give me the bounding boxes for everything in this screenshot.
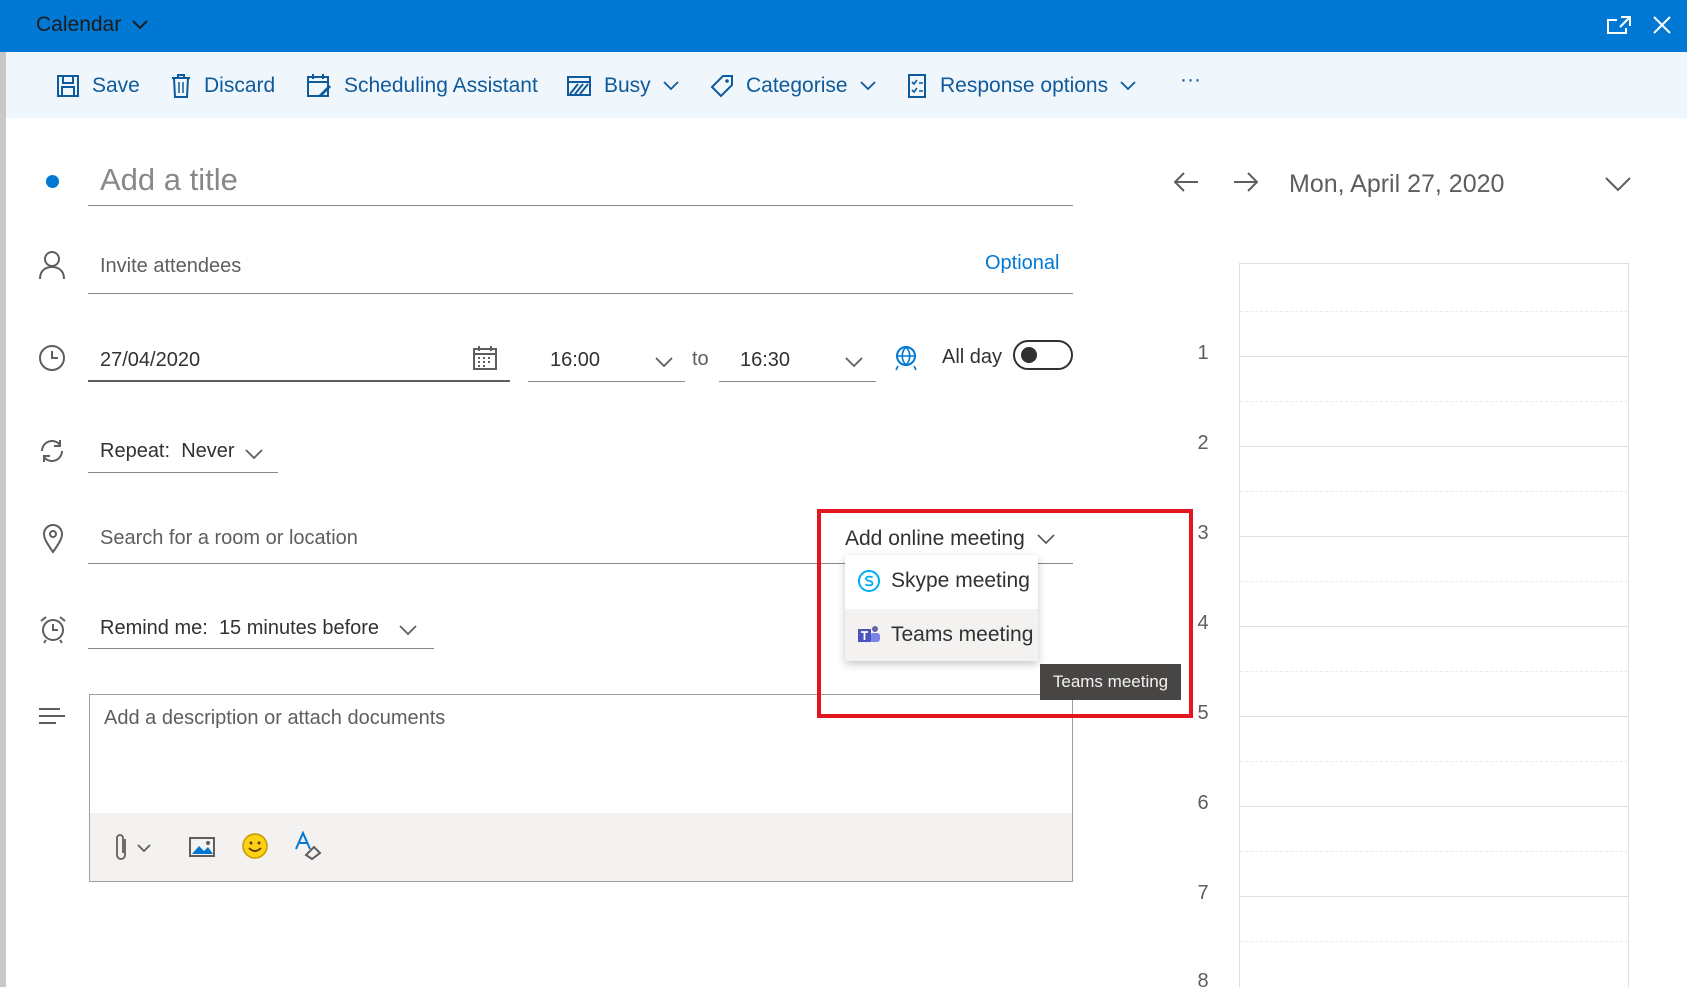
description-lines-icon <box>38 707 66 732</box>
response-label: Response options <box>940 74 1109 97</box>
app-title: Calendar <box>36 13 122 36</box>
hour-label: 1 <box>1197 342 1209 364</box>
description-editor[interactable]: Add a description or attach documents <box>89 694 1073 882</box>
hour-label: 3 <box>1197 522 1209 544</box>
title-bar: Calendar <box>0 0 1687 52</box>
hour-label: 8 <box>1197 970 1209 987</box>
remind-label-text: Remind me: <box>100 617 208 639</box>
format-painter-icon[interactable] <box>294 830 322 866</box>
person-icon <box>38 250 66 285</box>
grid-hour-line <box>1240 806 1628 807</box>
description-toolbar <box>90 813 1072 881</box>
categorise-label: Categorise <box>746 74 848 97</box>
clock-icon <box>38 344 66 377</box>
title-placeholder: Add a title <box>100 162 238 197</box>
day-view-date[interactable]: Mon, April 27, 2020 <box>1289 170 1504 199</box>
discard-label: Discard <box>204 74 276 97</box>
popout-icon[interactable] <box>1606 15 1632 40</box>
grid-half-line <box>1240 491 1628 492</box>
grid-hour-line <box>1240 356 1628 357</box>
grid-hour-line <box>1240 716 1628 717</box>
grid-half-line <box>1240 941 1628 942</box>
tag-icon <box>710 75 733 98</box>
chevron-down-icon <box>655 354 673 372</box>
hour-label: 7 <box>1197 882 1209 904</box>
more-options-button[interactable]: ··· <box>1180 66 1201 94</box>
grid-hour-line <box>1240 446 1628 447</box>
status-busy-icon <box>567 76 591 96</box>
response-options-dropdown[interactable]: Response options <box>906 72 1148 100</box>
command-bar: Save Discard Scheduling Assistant Busy C… <box>6 52 1687 118</box>
hour-label: 5 <box>1197 702 1209 724</box>
grid-hour-line <box>1240 626 1628 627</box>
grid-half-line <box>1240 671 1628 672</box>
trash-icon <box>172 74 190 98</box>
more-label: ··· <box>1180 68 1201 91</box>
busy-dropdown[interactable]: Busy <box>566 72 691 100</box>
annotation-highlight-box <box>817 509 1193 718</box>
response-options-icon <box>908 74 926 98</box>
chevron-down-icon <box>1120 81 1136 91</box>
grid-half-line <box>1240 311 1628 312</box>
chevron-down-icon <box>663 81 679 91</box>
remind-value: 15 minutes before <box>218 617 380 639</box>
emoji-icon[interactable] <box>240 831 270 866</box>
globe-timezone-icon[interactable] <box>893 344 919 377</box>
optional-attendees-link[interactable]: Optional <box>985 252 1060 275</box>
grid-hour-line <box>1240 896 1628 897</box>
attach-icon[interactable] <box>114 833 154 866</box>
busy-label: Busy <box>604 74 651 97</box>
hour-label: 4 <box>1197 612 1209 634</box>
categorise-dropdown[interactable]: Categorise <box>710 72 888 100</box>
day-view-grid[interactable] <box>1239 263 1629 987</box>
save-icon <box>57 75 79 97</box>
start-date-value: 27/04/2020 <box>100 349 201 371</box>
scheduling-label: Scheduling Assistant <box>344 74 538 97</box>
grid-hour-line <box>1240 536 1628 537</box>
discard-button[interactable]: Discard <box>170 72 275 100</box>
close-icon[interactable] <box>1652 15 1672 40</box>
calendar-edit-icon <box>307 74 331 97</box>
location-pin-icon <box>42 524 64 559</box>
attendees-placeholder: Invite attendees <box>100 255 242 277</box>
chevron-down-icon <box>399 622 417 640</box>
location-placeholder: Search for a room or location <box>100 527 358 549</box>
hour-label: 2 <box>1197 432 1209 454</box>
scheduling-assistant-button[interactable]: Scheduling Assistant <box>306 72 538 100</box>
save-label: Save <box>92 74 140 97</box>
all-day-toggle[interactable] <box>1013 340 1073 370</box>
arrow-left-icon[interactable] <box>1172 170 1200 199</box>
reminder-label: Remind me: 15 minutes before <box>100 617 379 640</box>
grid-half-line <box>1240 401 1628 402</box>
repeat-icon <box>38 437 66 470</box>
window-edge <box>0 0 6 987</box>
alarm-clock-icon <box>38 614 68 649</box>
arrow-right-icon[interactable] <box>1232 170 1260 199</box>
description-placeholder: Add a description or attach documents <box>104 707 446 729</box>
to-label: to <box>692 348 709 370</box>
start-time-value: 16:00 <box>550 349 601 371</box>
hour-label: 6 <box>1197 792 1209 814</box>
grid-half-line <box>1240 761 1628 762</box>
save-button[interactable]: Save <box>56 72 140 100</box>
chevron-down-icon <box>845 354 863 372</box>
chevron-down-icon <box>859 81 876 91</box>
insert-image-icon[interactable] <box>188 835 216 864</box>
all-day-label: All day <box>942 346 1003 368</box>
chevron-down-icon[interactable] <box>1605 176 1631 197</box>
grid-half-line <box>1240 581 1628 582</box>
chevron-down-icon[interactable] <box>132 18 148 36</box>
calendar-icon[interactable] <box>472 345 498 376</box>
repeat-value: Never <box>181 440 235 462</box>
title-input[interactable]: Add a title <box>88 158 1073 206</box>
grid-half-line <box>1240 851 1628 852</box>
end-time-value: 16:30 <box>740 349 791 371</box>
repeat-label-text: Repeat: <box>100 440 171 462</box>
repeat-label: Repeat: Never <box>100 440 235 463</box>
calendar-color-dot <box>46 175 59 188</box>
chevron-down-icon <box>245 446 263 464</box>
